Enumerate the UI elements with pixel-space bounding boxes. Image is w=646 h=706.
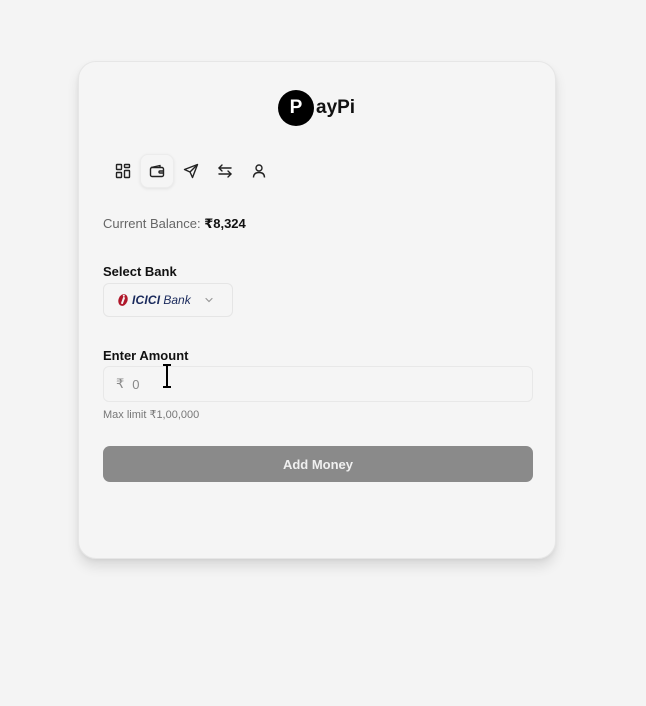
current-balance: Current Balance: ₹8,324 [103, 216, 246, 232]
rupee-icon: ₹ [116, 376, 125, 391]
bank-name-primary: ICICI [132, 293, 161, 307]
max-limit-hint: Max limit ₹1,00,000 [103, 409, 200, 421]
add-money-button[interactable]: Add Money [103, 446, 533, 482]
logo-text: ayPi [316, 97, 356, 118]
bank-name-secondary: Bank [163, 293, 191, 307]
select-bank-label: Select Bank [103, 264, 177, 279]
enter-amount-label: Enter Amount [103, 348, 189, 363]
nav-item-send[interactable] [174, 154, 208, 188]
nav-item-dashboard[interactable] [106, 154, 140, 188]
balance-label: Current Balance: [103, 216, 201, 231]
send-icon [183, 163, 199, 179]
wallet-icon [149, 164, 165, 178]
bank-select[interactable]: ICICI Bank [103, 283, 233, 317]
nav-item-transfer[interactable] [208, 154, 242, 188]
icici-logo-icon [118, 294, 128, 306]
app-logo: P ayPi [278, 90, 355, 126]
nav-item-wallet[interactable] [140, 154, 174, 188]
logo-letter: P [289, 97, 303, 118]
add-money-card: P ayPi Current Balance: ₹8,324 Select Ba… [78, 61, 556, 559]
text-cursor-icon [163, 364, 171, 388]
user-icon [252, 164, 266, 178]
dashboard-icon [115, 163, 131, 179]
transfer-icon [218, 164, 232, 178]
chevron-down-icon [205, 297, 213, 303]
amount-placeholder: 0 [132, 376, 140, 392]
logo-badge: P [278, 90, 314, 126]
icici-bank-logo: ICICI Bank [116, 293, 191, 307]
nav-bar [106, 154, 276, 188]
nav-item-profile[interactable] [242, 154, 276, 188]
balance-amount: ₹8,324 [204, 216, 246, 231]
